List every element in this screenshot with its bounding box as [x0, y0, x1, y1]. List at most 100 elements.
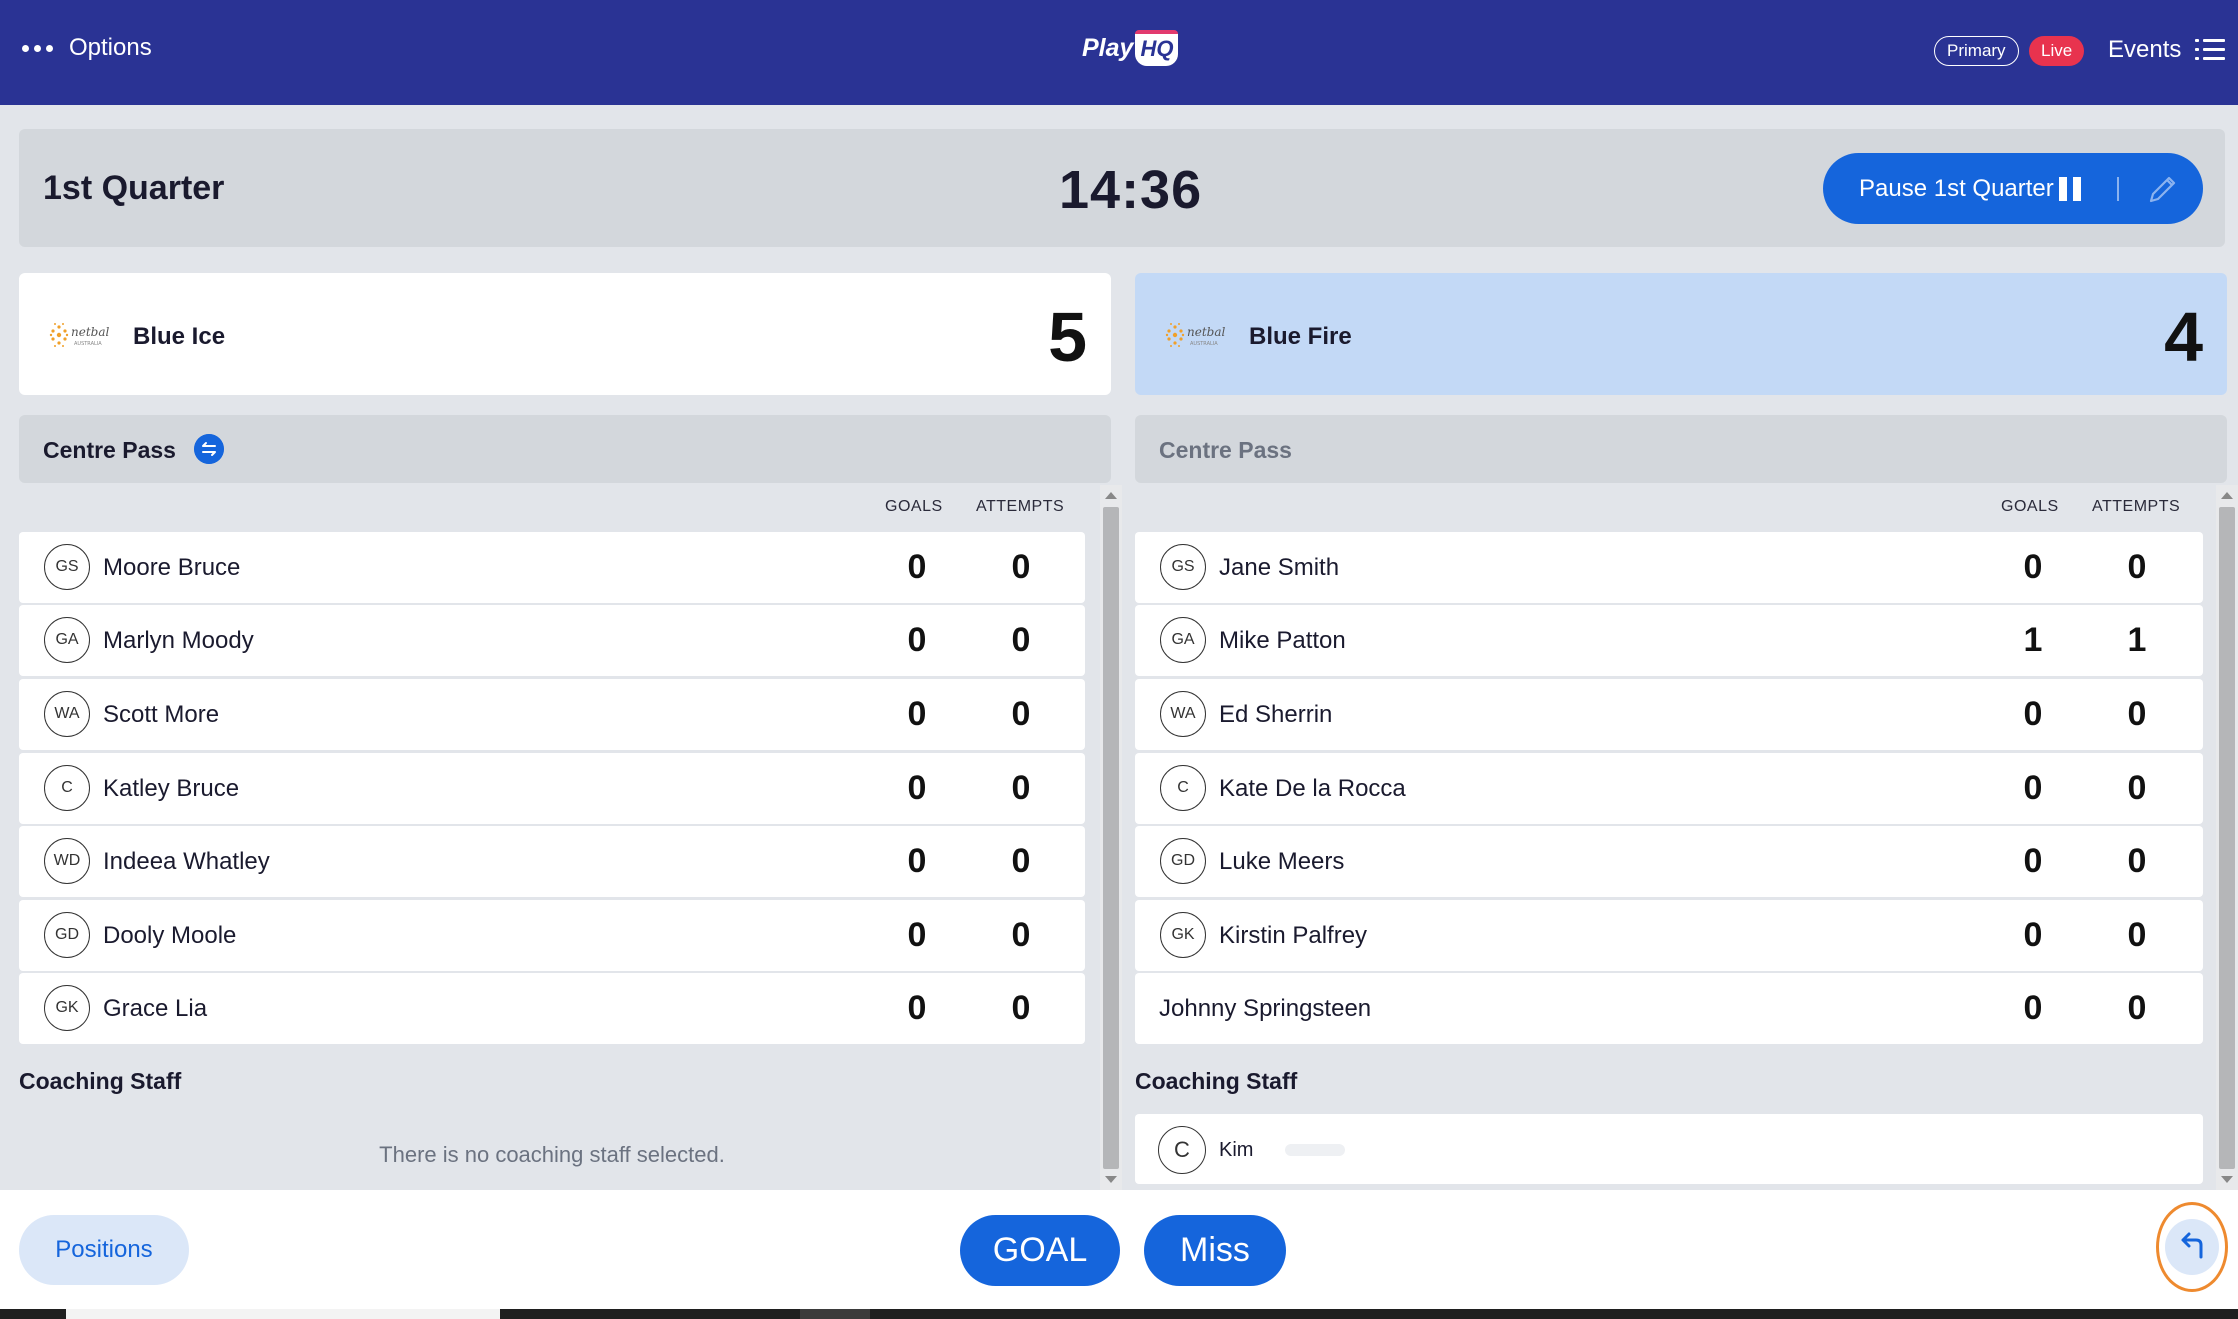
- player-goals: 0: [2023, 989, 2043, 1027]
- player-name: Luke Meers: [1219, 848, 1345, 875]
- positions-button[interactable]: Positions: [19, 1215, 189, 1285]
- position-badge: WA: [44, 691, 90, 737]
- options-menu-button[interactable]: Options: [22, 34, 152, 62]
- home-goals-header: GOALS: [885, 498, 943, 515]
- no-coaching-staff-message: There is no coaching staff selected.: [379, 1142, 725, 1167]
- player-row[interactable]: GD Luke Meers 0 0: [1135, 826, 2203, 897]
- player-attempts: 1: [2127, 621, 2147, 659]
- playhq-logo: Play HQ: [1082, 30, 1179, 66]
- player-attempts: 0: [2127, 548, 2147, 586]
- player-row[interactable]: C Katley Bruce 0 0: [19, 753, 1085, 824]
- player-row[interactable]: WA Scott More 0 0: [19, 679, 1085, 750]
- undo-arrow-icon: [2181, 1232, 2203, 1259]
- player-goals: 0: [2023, 695, 2043, 733]
- away-centre-pass-bar: Centre Pass: [1135, 415, 2227, 483]
- player-row[interactable]: GD Dooly Moole 0 0: [19, 900, 1085, 971]
- home-centre-pass-label: Centre Pass: [43, 437, 176, 463]
- home-scrollbar[interactable]: [1100, 485, 1122, 1190]
- quarter-title: 1st Quarter: [43, 169, 225, 207]
- scroll-up-arrow[interactable]: [1105, 492, 1117, 499]
- player-name: Dooly Moole: [103, 922, 237, 949]
- away-team-score: 4: [2164, 298, 2203, 376]
- scroll-down-arrow[interactable]: [1105, 1176, 1117, 1183]
- player-attempts: 0: [1011, 548, 1031, 586]
- swap-centre-pass-icon[interactable]: [194, 434, 224, 464]
- player-row[interactable]: C Kate De la Rocca 0 0: [1135, 753, 2203, 824]
- events-label: Events: [2108, 36, 2182, 63]
- position-badge: GK: [1160, 912, 1206, 958]
- player-name: Katley Bruce: [103, 775, 240, 802]
- player-name: Grace Lia: [103, 995, 208, 1022]
- bottom-action-bar: Positions GOAL Miss: [0, 1190, 2238, 1309]
- player-row[interactable]: GK Kirstin Palfrey 0 0: [1135, 900, 2203, 971]
- scroll-thumb[interactable]: [1103, 507, 1119, 1169]
- player-attempts: 0: [1011, 695, 1031, 733]
- options-label: Options: [69, 34, 152, 61]
- position-badge: GD: [44, 912, 90, 958]
- scroll-thumb[interactable]: [2219, 507, 2235, 1169]
- player-attempts: 0: [1011, 989, 1031, 1027]
- player-row[interactable]: GS Moore Bruce 0 0: [19, 532, 1085, 603]
- goal-button[interactable]: GOAL: [960, 1215, 1120, 1286]
- more-dots-icon: [22, 44, 53, 52]
- player-row[interactable]: GK Grace Lia 0 0: [19, 973, 1085, 1044]
- player-goals: 1: [2023, 621, 2043, 659]
- player-name: Johnny Springsteen: [1159, 995, 1372, 1022]
- taskbar-window[interactable]: [66, 1309, 500, 1319]
- player-name: Scott More: [103, 701, 220, 728]
- away-goals-header: GOALS: [2001, 498, 2059, 515]
- player-row[interactable]: GS Jane Smith 0 0: [1135, 532, 2203, 603]
- pause-quarter-button[interactable]: Pause 1st Quarter: [1823, 153, 2203, 224]
- events-button[interactable]: Events: [2108, 36, 2226, 64]
- away-coaching-staff-title: Coaching Staff: [1135, 1068, 1298, 1094]
- netball-australia-logo: netball AUSTRALIA: [49, 323, 109, 347]
- player-name: Mike Patton: [1219, 627, 1346, 654]
- game-clock: 14:36: [1059, 160, 1203, 220]
- position-badge: GD: [1160, 838, 1206, 884]
- os-taskbar: [0, 1309, 2238, 1319]
- list-icon: [2195, 38, 2226, 62]
- miss-button[interactable]: Miss: [1144, 1215, 1286, 1286]
- player-attempts: 0: [2127, 695, 2147, 733]
- svg-text:AUSTRALIA: AUSTRALIA: [1190, 341, 1218, 347]
- player-goals: 0: [2023, 842, 2043, 880]
- player-row[interactable]: Johnny Springsteen 0 0: [1135, 973, 2203, 1044]
- undo-button[interactable]: [2156, 1202, 2228, 1292]
- home-team-card[interactable]: netball AUSTRALIA Blue Ice 5: [19, 273, 1111, 395]
- svg-text:netball: netball: [1187, 325, 1225, 339]
- scroll-up-arrow[interactable]: [2221, 492, 2233, 499]
- away-attempts-header: ATTEMPTS: [2092, 498, 2181, 515]
- position-badge: C: [44, 765, 90, 811]
- player-goals: 0: [907, 842, 927, 880]
- coach-name: Kim: [1219, 1139, 1254, 1161]
- position-badge: WA: [1160, 691, 1206, 737]
- edit-pencil-icon[interactable]: [2145, 171, 2181, 207]
- player-attempts: 0: [1011, 621, 1031, 659]
- svg-text:AUSTRALIA: AUSTRALIA: [74, 341, 102, 347]
- player-row[interactable]: WD Indeea Whatley 0 0: [19, 826, 1085, 897]
- coach-row[interactable]: C Kim: [1135, 1114, 2203, 1184]
- player-row[interactable]: GA Marlyn Moody 0 0: [19, 605, 1085, 676]
- top-bar: Options Play HQ Primary Live Events: [0, 0, 2238, 105]
- player-attempts: 0: [2127, 989, 2147, 1027]
- pause-icon: [2059, 177, 2083, 201]
- player-attempts: 0: [1011, 916, 1031, 954]
- scroll-down-arrow[interactable]: [2221, 1176, 2233, 1183]
- player-name: Indeea Whatley: [103, 848, 270, 875]
- player-goals: 0: [2023, 916, 2043, 954]
- player-goals: 0: [907, 989, 927, 1027]
- taskbar-item[interactable]: [800, 1309, 870, 1319]
- player-row[interactable]: GA Mike Patton 1 1: [1135, 605, 2203, 676]
- player-goals: 0: [907, 695, 927, 733]
- position-badge: GS: [1160, 544, 1206, 590]
- away-scrollbar[interactable]: [2216, 485, 2238, 1190]
- away-team-card[interactable]: netball AUSTRALIA Blue Fire 4: [1135, 273, 2227, 395]
- player-row[interactable]: WA Ed Sherrin 0 0: [1135, 679, 2203, 750]
- logo-text: Play: [1082, 33, 1134, 62]
- player-name: Kirstin Palfrey: [1219, 922, 1368, 949]
- player-name: Marlyn Moody: [103, 627, 254, 654]
- button-divider: [2117, 177, 2119, 201]
- player-attempts: 0: [2127, 769, 2147, 807]
- coach-role-badge: C: [1158, 1126, 1206, 1174]
- player-name: Jane Smith: [1219, 554, 1340, 581]
